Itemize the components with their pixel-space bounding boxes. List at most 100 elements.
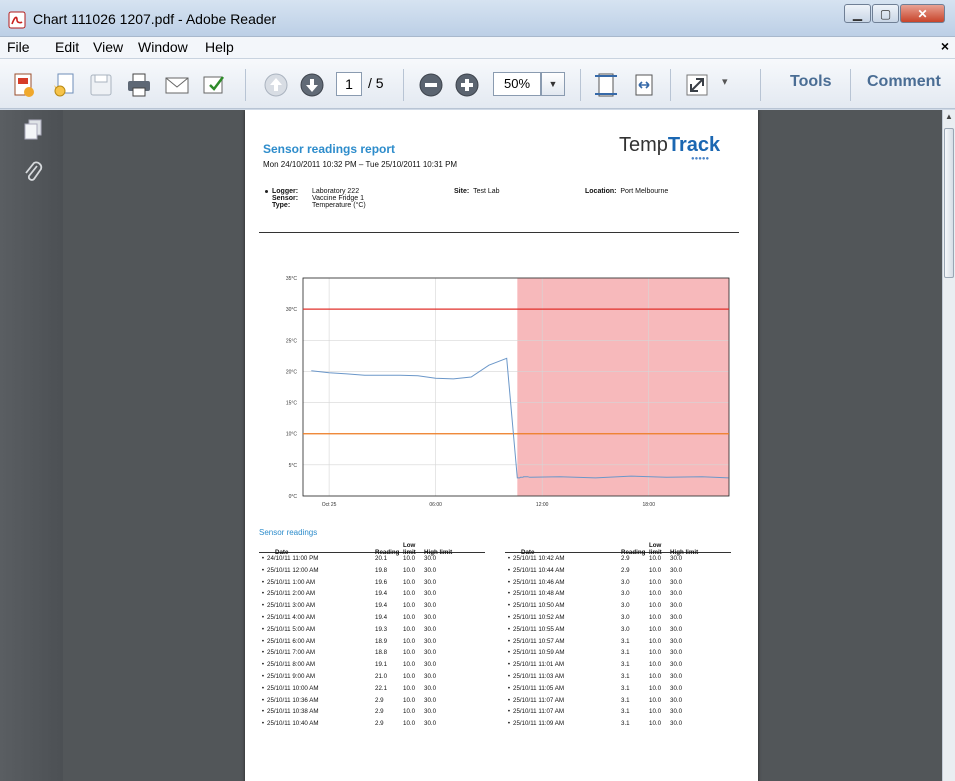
cell-high-limit: 30.0: [424, 602, 437, 610]
email-icon[interactable]: [163, 71, 191, 99]
next-page-icon[interactable]: [298, 71, 326, 99]
cell-reading: 2.9: [375, 720, 384, 728]
row-bullet: •: [261, 708, 265, 716]
create-pdf-icon[interactable]: [10, 71, 38, 99]
vertical-scrollbar[interactable]: ▲: [942, 110, 955, 781]
cell-reading: 3.1: [621, 649, 630, 657]
menu-help[interactable]: Help: [205, 39, 234, 55]
menu-view[interactable]: View: [93, 39, 123, 55]
table-row: • 25/10/11 10:46 AM 3.0 10.0 30.0: [505, 577, 731, 589]
cell-low-limit: 10.0: [649, 649, 662, 657]
toolbar-separator: [670, 69, 671, 101]
menu-window[interactable]: Window: [138, 39, 188, 55]
row-bullet: •: [507, 578, 511, 586]
cell-date: 25/10/11 3:00 AM: [267, 602, 316, 610]
cell-reading: 19.4: [375, 602, 388, 610]
cell-date: 25/10/11 1:00 AM: [267, 578, 316, 586]
temptrack-logo: TempTrack ●●●●●: [619, 134, 721, 162]
close-button[interactable]: ✕: [900, 4, 945, 23]
row-bullet: •: [507, 649, 511, 657]
zoom-out-icon[interactable]: [417, 71, 445, 99]
table-row: • 25/10/11 11:09 AM 3.1 10.0 30.0: [505, 718, 731, 730]
x-tick-label: Oct 25: [322, 502, 337, 508]
table-row: • 25/10/11 10:48 AM 3.0 10.0 30.0: [505, 588, 731, 600]
cell-low-limit: 10.0: [403, 684, 416, 692]
comment-button[interactable]: Comment: [867, 73, 941, 91]
scroll-up-icon[interactable]: ▲: [945, 112, 953, 121]
print-icon[interactable]: [125, 71, 153, 99]
attachments-icon[interactable]: [22, 160, 44, 184]
fit-width-icon[interactable]: [630, 71, 658, 99]
zoom-level-field[interactable]: 50%: [493, 72, 541, 96]
full-screen-icon[interactable]: [683, 71, 711, 99]
table-row: • 25/10/11 11:03 AM 3.1 10.0 30.0: [505, 671, 731, 683]
cell-low-limit: 10.0: [649, 613, 662, 621]
fit-page-icon[interactable]: [592, 71, 620, 99]
table-row: • 25/10/11 4:00 AM 19.4 10.0 30.0: [259, 612, 485, 624]
cell-date: 25/10/11 10:36 AM: [267, 696, 319, 704]
save-icon[interactable]: [87, 71, 115, 99]
edit-document-icon[interactable]: [50, 71, 78, 99]
minimize-button[interactable]: ▁: [844, 4, 871, 23]
table-row: • 25/10/11 1:00 AM 19.6 10.0 30.0: [259, 577, 485, 589]
document-viewport[interactable]: Sensor readings report Mon 24/10/2011 10…: [63, 110, 942, 781]
table-row: • 25/10/11 10:57 AM 3.1 10.0 30.0: [505, 636, 731, 648]
maximize-icon: ▢: [879, 6, 892, 21]
cell-low-limit: 10.0: [403, 578, 416, 586]
table-row: • 25/10/11 10:00 AM 22.1 10.0 30.0: [259, 683, 485, 695]
cell-low-limit: 10.0: [403, 672, 416, 680]
cell-high-limit: 30.0: [670, 555, 683, 562]
cell-reading: 2.9: [621, 555, 630, 562]
cell-reading: 19.8: [375, 566, 388, 574]
cell-reading: 19.4: [375, 590, 388, 598]
maximize-button[interactable]: ▢: [872, 4, 899, 23]
previous-page-icon[interactable]: [262, 71, 290, 99]
cell-reading: 19.3: [375, 625, 388, 633]
page-number-input[interactable]: 1: [336, 72, 362, 96]
menu-edit[interactable]: Edit: [55, 39, 79, 55]
temperature-chart: 0°C 5°C 10°C 15°C 20°C 25°C 30°C 35°C Oct 25 06:0…: [286, 276, 730, 508]
cell-low-limit: 10.0: [403, 566, 416, 574]
cell-low-limit: 10.0: [403, 602, 416, 610]
page-thumbnails-icon[interactable]: [22, 118, 44, 142]
cell-reading: 3.0: [621, 590, 630, 598]
cell-high-limit: 30.0: [670, 590, 683, 598]
cell-high-limit: 30.0: [424, 720, 437, 728]
cell-high-limit: 30.0: [424, 637, 437, 645]
table-row: • 24/10/11 11:00 PM 20.1 10.0 30.0: [259, 553, 485, 565]
row-bullet: •: [507, 625, 511, 633]
cell-high-limit: 30.0: [670, 578, 683, 586]
report-title: Sensor readings report: [263, 142, 396, 156]
toolbar: 1 / 5 50% ▼ ▾ Tools Comment: [0, 59, 955, 109]
sensor-value: Vaccine Fridge 1: [312, 195, 365, 202]
cell-high-limit: 30.0: [670, 672, 683, 680]
close-document-icon[interactable]: ×: [941, 38, 949, 54]
row-bullet: •: [261, 684, 265, 692]
row-bullet: •: [507, 590, 511, 598]
cell-date: 25/10/11 10:55 AM: [513, 625, 565, 633]
close-icon: ✕: [917, 6, 928, 21]
cell-high-limit: 30.0: [424, 578, 437, 586]
cell-high-limit: 30.0: [670, 566, 683, 574]
tools-button[interactable]: Tools: [790, 73, 831, 91]
row-bullet: •: [507, 661, 511, 669]
cell-date: 25/10/11 10:59 AM: [513, 649, 565, 657]
pdf-page: Sensor readings report Mon 24/10/2011 10…: [245, 110, 758, 781]
cell-low-limit: 10.0: [649, 661, 662, 669]
zoom-dropdown-button[interactable]: ▼: [541, 72, 565, 96]
toolbar-overflow-icon[interactable]: ▾: [722, 75, 728, 88]
cell-reading: 3.0: [621, 625, 630, 633]
cell-low-limit: 10.0: [649, 720, 662, 728]
y-tick-label: 35°C: [286, 276, 298, 282]
menu-file[interactable]: File: [7, 39, 30, 55]
scrollbar-thumb[interactable]: [944, 128, 954, 278]
zoom-in-icon[interactable]: [453, 71, 481, 99]
cell-date: 25/10/11 11:09 AM: [513, 720, 565, 728]
review-icon[interactable]: [200, 71, 228, 99]
row-bullet: •: [261, 649, 265, 657]
cell-date: 25/10/11 10:44 AM: [513, 566, 565, 574]
cell-date: 25/10/11 11:05 AM: [513, 684, 565, 692]
chevron-down-icon: ▼: [548, 79, 558, 89]
cell-low-limit: 10.0: [403, 696, 416, 704]
y-tick-label: 30°C: [286, 307, 298, 313]
